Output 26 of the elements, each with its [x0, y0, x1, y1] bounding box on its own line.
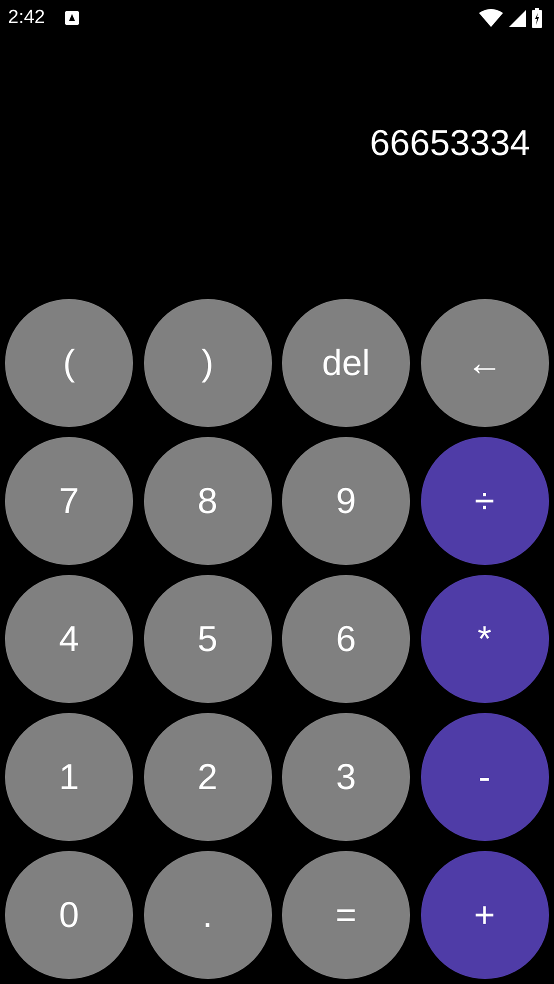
calculator-key[interactable]: 6: [282, 575, 410, 703]
calculator-key[interactable]: 7: [5, 437, 133, 565]
calculator-key[interactable]: 2: [144, 713, 272, 841]
calculator-key[interactable]: 0: [5, 851, 133, 979]
calculator-key[interactable]: ÷: [420, 437, 548, 565]
status-time: 2:42: [8, 7, 45, 29]
calculator-key[interactable]: (: [5, 299, 133, 427]
calculator-key[interactable]: 5: [144, 575, 272, 703]
calculator-key[interactable]: =: [282, 851, 410, 979]
calculator-key[interactable]: 1: [5, 713, 133, 841]
battery-charging-icon: [532, 8, 542, 28]
calculator-key[interactable]: -: [420, 713, 548, 841]
result-display: 66653334: [370, 122, 530, 164]
calculator-key[interactable]: *: [420, 575, 548, 703]
calculator-key[interactable]: ): [144, 299, 272, 427]
calculator-key[interactable]: 4: [5, 575, 133, 703]
calculator-key[interactable]: ←: [420, 299, 548, 427]
calculator-key[interactable]: +: [420, 851, 548, 979]
wifi-icon: [479, 9, 503, 27]
notification-icon: [64, 11, 79, 25]
calculator-key[interactable]: 9: [282, 437, 410, 565]
calculator-key[interactable]: .: [144, 851, 272, 979]
calculator-key[interactable]: del: [282, 299, 410, 427]
calculator-key[interactable]: 8: [144, 437, 272, 565]
signal-icon: [509, 10, 526, 26]
calculator-key[interactable]: 3: [282, 713, 410, 841]
